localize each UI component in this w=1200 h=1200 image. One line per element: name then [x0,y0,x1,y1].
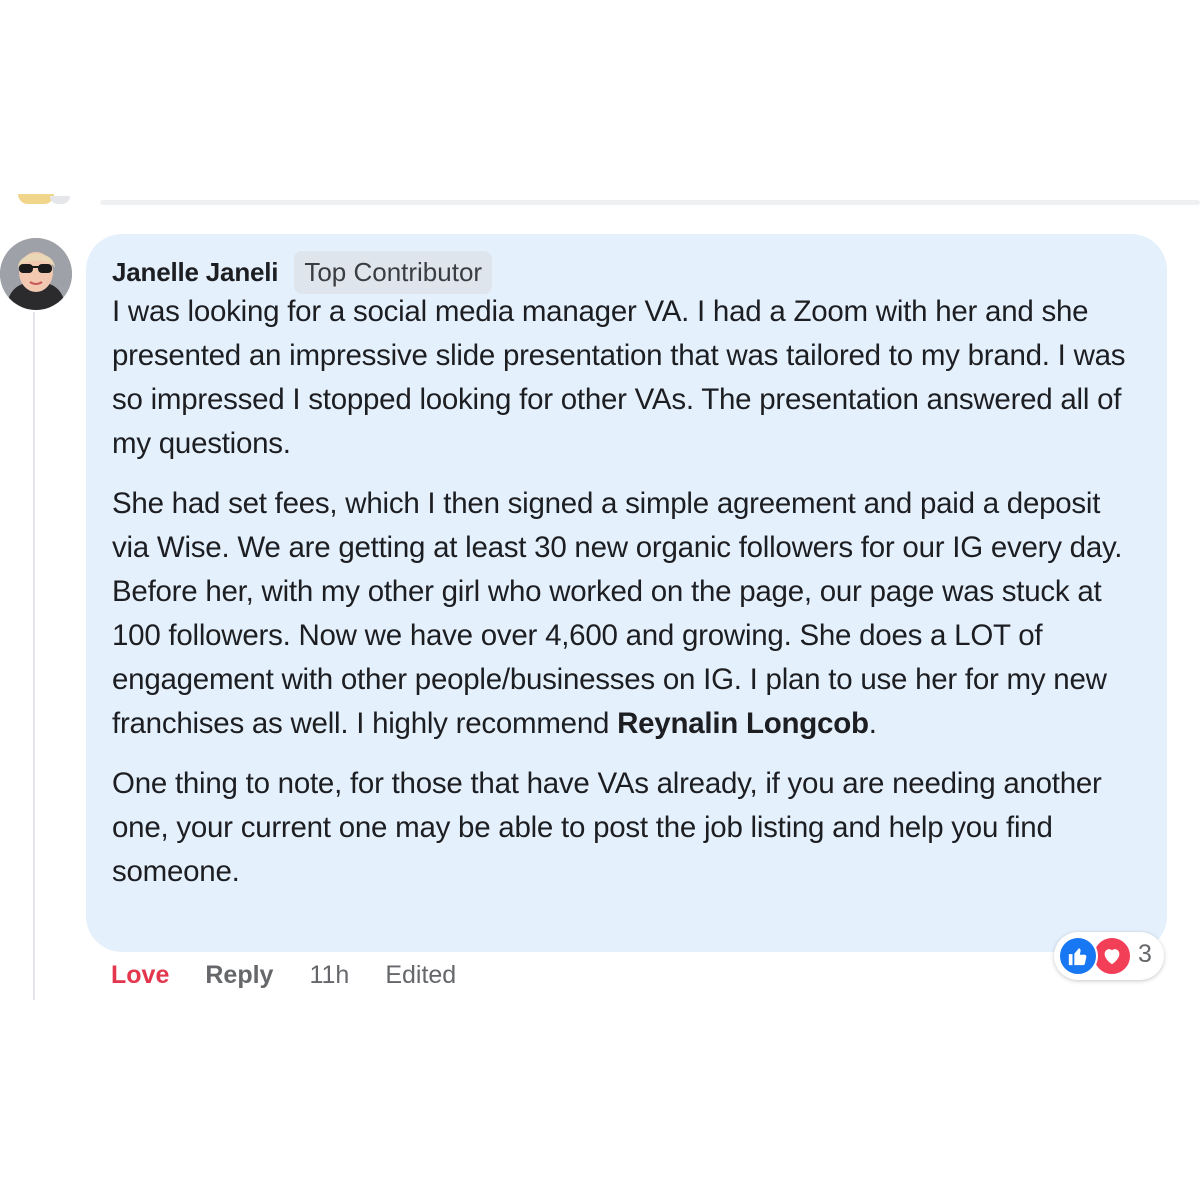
top-contributor-badge[interactable]: Top Contributor [294,250,493,294]
previous-avatar-edge [18,194,54,204]
author-name[interactable]: Janelle Janeli [112,257,279,288]
edited-label[interactable]: Edited [385,961,456,990]
avatar-portrait [0,238,72,310]
love-icon [1092,936,1132,976]
comment-paragraph-1: I was looking for a social media manager… [112,295,1126,460]
love-button[interactable]: Love [111,961,169,990]
reply-button[interactable]: Reply [205,961,273,990]
previous-comment-divider [100,200,1200,205]
timestamp-link[interactable]: 11h [309,961,349,990]
paragraph-2-end: . [868,707,877,740]
reaction-count: 3 [1138,940,1152,968]
like-icon [1058,936,1098,976]
thread-line [33,312,35,1000]
previous-avatar-edge-secondary [50,196,70,204]
comment-paragraph-2: She had set fees, which I then signed a … [112,482,1141,746]
comment-thread: Janelle Janeli Top Contributor I was loo… [0,0,1200,1200]
comment-actions: Love Reply 11h Edited [111,955,456,995]
avatar[interactable] [0,238,72,310]
comment-header: Janelle Janeli Top Contributor [112,250,1141,294]
paragraph-2-text: She had set fees, which I then signed a … [112,487,1123,740]
reactions-summary[interactable]: 3 [1054,932,1164,980]
comment-bubble: Janelle Janeli Top Contributor I was loo… [86,234,1167,952]
comment-paragraph-3: One thing to note, for those that have V… [112,767,1102,888]
mention-link[interactable]: Reynalin Longcob [617,707,869,740]
